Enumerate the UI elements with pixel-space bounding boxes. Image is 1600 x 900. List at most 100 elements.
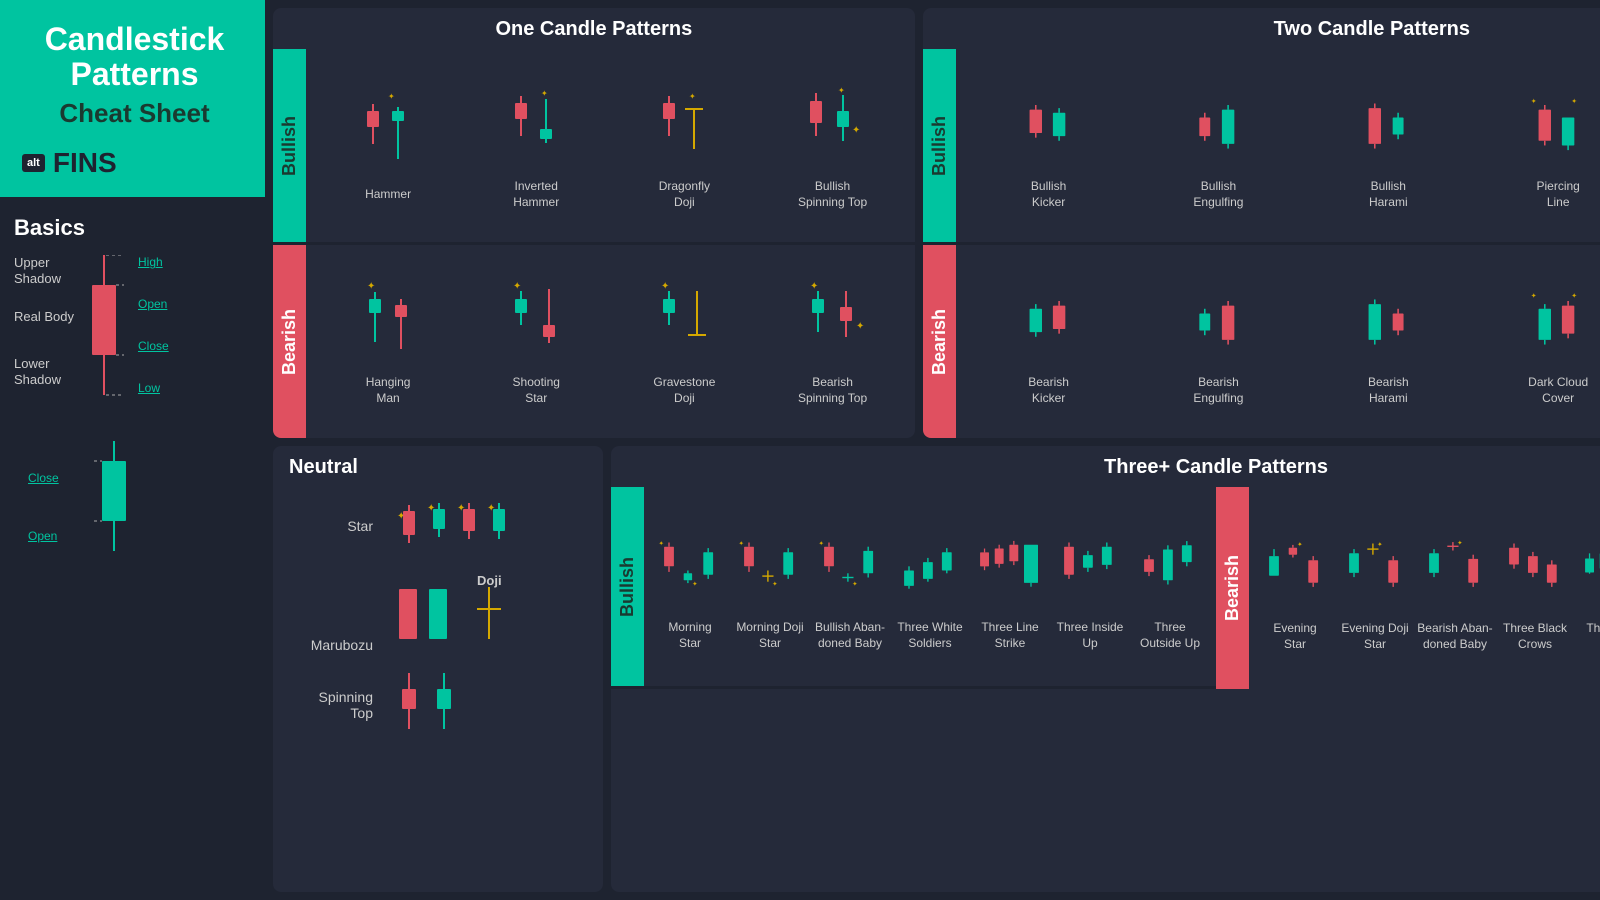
bearish-harami-svg — [1353, 277, 1423, 367]
evening-star-svg: ✦ — [1260, 523, 1330, 613]
marubozu-label: Marubozu — [293, 637, 373, 653]
dark-cloud-cover-pattern: ✦ ✦ Dark CloudCover — [1518, 277, 1598, 406]
svg-text:✦: ✦ — [661, 281, 669, 292]
upper-shadow-label: UpperShadow — [14, 255, 74, 286]
three-white-soldiers-pattern: Three WhiteSoldiers — [890, 522, 970, 651]
dark-cloud-cover-name: Dark CloudCover — [1528, 375, 1588, 406]
app-subtitle: Cheat Sheet — [22, 98, 247, 129]
bullish-engulfing-svg — [1183, 81, 1253, 171]
neutral-items-list: Star ✦ ✦ ✦ ✦ — [293, 491, 603, 745]
bearish-engulfing-pattern: BearishEngulfing — [1178, 277, 1258, 406]
svg-text:✦: ✦ — [659, 540, 664, 547]
gravestone-doji-svg: ✦ — [649, 277, 719, 367]
bullish-label-three: Bullish — [611, 487, 644, 686]
one-candle-panel: One Candle Patterns Bullish ✦ ✦ — [273, 8, 915, 438]
logo: alt FINS — [22, 147, 247, 179]
bearish-harami-name: BearishHarami — [1368, 375, 1409, 406]
three-line-strike-bearish-svg — [1580, 523, 1600, 613]
spinning-top-neutral-svg — [389, 665, 469, 745]
bearish-kicker-name: BearishKicker — [1028, 375, 1069, 406]
svg-text:✦: ✦ — [852, 125, 860, 136]
shooting-star-svg: ✦ — [501, 277, 571, 367]
svg-text:✦: ✦ — [739, 540, 744, 547]
bullish-engulfing-pattern: BullishEngulfing — [1178, 81, 1258, 210]
three-line-strike-bullish-svg — [975, 522, 1045, 612]
svg-text:✦: ✦ — [1457, 540, 1462, 547]
real-body-label: Real Body — [14, 309, 74, 325]
bearish-spinning-top-svg: ✦ ✦ — [798, 277, 868, 367]
star-svg: ✦ ✦ ✦ ✦ — [389, 491, 539, 561]
bullish-kicker-pattern: BullishKicker — [1009, 81, 1089, 210]
three-plus-content: Bullish ✦ — [611, 487, 1600, 891]
bullish-kicker-svg — [1014, 81, 1084, 171]
evening-doji-star-svg: ✦ — [1340, 523, 1410, 613]
gravestone-doji-pattern: ✦ GravestoneDoji — [644, 277, 724, 406]
three-candle-bullish-section: Bullish ✦ — [611, 487, 1216, 689]
three-line-strike-bearish-name: Three LineStrike — [1586, 621, 1600, 652]
three-candle-bearish-section: Bearish — [1216, 487, 1600, 689]
three-candle-title: Three+ Candle Patterns — [611, 446, 1600, 487]
piercing-line-name: PiercingLine — [1536, 179, 1579, 210]
dragonfly-doji-name: DragonflyDoji — [659, 179, 710, 210]
two-candle-bullish-section: Bullish Bu — [923, 49, 1600, 242]
hanging-man-svg: ✦ — [353, 277, 423, 367]
two-candle-bullish-patterns: BullishKicker — [956, 49, 1600, 242]
svg-text:✦: ✦ — [1531, 97, 1537, 105]
dark-cloud-cover-svg: ✦ ✦ — [1523, 277, 1593, 367]
two-candle-bearish-section: Bearish Be — [923, 245, 1600, 438]
bullish-harami-pattern: BullishHarami — [1348, 81, 1428, 210]
evening-star-pattern: ✦ EveningStar — [1255, 523, 1335, 652]
svg-text:✦: ✦ — [810, 281, 818, 292]
one-candle-bearish-patterns: ✦ HangingMan — [306, 245, 915, 438]
inverted-hammer-svg: ✦ ✦ — [501, 81, 571, 171]
inverted-hammer-pattern: ✦ ✦ InvertedHammer — [496, 81, 576, 210]
bearish-abandoned-baby-pattern: ✦ Bearish Aban-doned Baby — [1415, 523, 1495, 652]
svg-text:✦: ✦ — [1571, 97, 1577, 105]
morning-star-pattern: ✦ ✦ — [650, 522, 730, 651]
bearish-engulfing-svg — [1183, 277, 1253, 367]
bullish-spinning-top-name: BullishSpinning Top — [798, 179, 867, 210]
svg-text:✦: ✦ — [689, 92, 696, 101]
bullish-label-two: Bullish — [923, 49, 956, 242]
one-candle-bullish-section: Bullish ✦ ✦ — [273, 49, 915, 242]
morning-doji-star-pattern: ✦ ✦ — [730, 522, 810, 651]
open2-label: Open — [28, 529, 251, 543]
one-candle-title: One Candle Patterns — [273, 8, 915, 49]
bullish-abandoned-baby-name: Bullish Aban-doned Baby — [815, 620, 885, 651]
morning-star-name: MorningStar — [668, 620, 711, 651]
spinning-top-neutral-label: SpinningTop — [293, 689, 373, 721]
three-white-soldiers-name: Three WhiteSoldiers — [897, 620, 962, 651]
hanging-man-pattern: ✦ HangingMan — [348, 277, 428, 406]
neutral-patterns-area: Star ✦ ✦ ✦ ✦ — [273, 483, 603, 745]
bearish-candle-svg — [84, 255, 124, 425]
bullish-harami-name: BullishHarami — [1369, 179, 1408, 210]
piercing-line-pattern: ✦ ✦ PiercingLine — [1518, 81, 1598, 210]
svg-text:Doji: Doji — [477, 573, 502, 588]
bullish-harami-svg — [1353, 81, 1423, 171]
three-candle-panel: Three+ Candle Patterns Bullish ✦ — [611, 446, 1600, 892]
bearish-label-one: Bearish — [273, 245, 306, 438]
basics-candle-diagram: UpperShadow Real Body LowerShadow — [14, 255, 251, 425]
svg-text:✦: ✦ — [772, 581, 777, 588]
bullish-spinning-top-svg: ✦ ✦ ✦ — [798, 81, 868, 171]
evening-doji-star-name: Evening DojiStar — [1341, 621, 1408, 652]
three-white-soldiers-svg — [895, 522, 965, 612]
sidebar: CandlestickPatterns Cheat Sheet alt FINS… — [0, 0, 265, 900]
bearish-harami-pattern: BearishHarami — [1348, 277, 1428, 406]
three-black-crows-name: Three BlackCrows — [1503, 621, 1567, 652]
bullish-candle-svg — [94, 441, 134, 571]
star-pattern: Star ✦ ✦ ✦ ✦ — [293, 491, 593, 561]
logo-fins: FINS — [53, 147, 117, 179]
bearish-kicker-svg — [1014, 277, 1084, 367]
high-label: High — [138, 255, 169, 269]
bearish-engulfing-name: BearishEngulfing — [1193, 375, 1243, 406]
star-candles: ✦ ✦ ✦ ✦ — [389, 491, 539, 561]
marubozu-doji-candles: Doji — [389, 573, 549, 653]
hammer-svg: ✦ ✦ — [353, 89, 423, 179]
left-labels: UpperShadow Real Body LowerShadow — [14, 255, 74, 387]
open-label: Open — [138, 297, 169, 311]
basics-title: Basics — [14, 215, 251, 241]
hammer-name: Hammer — [365, 187, 411, 203]
morning-doji-star-name: Morning DojiStar — [736, 620, 803, 651]
svg-text:✦: ✦ — [367, 281, 375, 292]
